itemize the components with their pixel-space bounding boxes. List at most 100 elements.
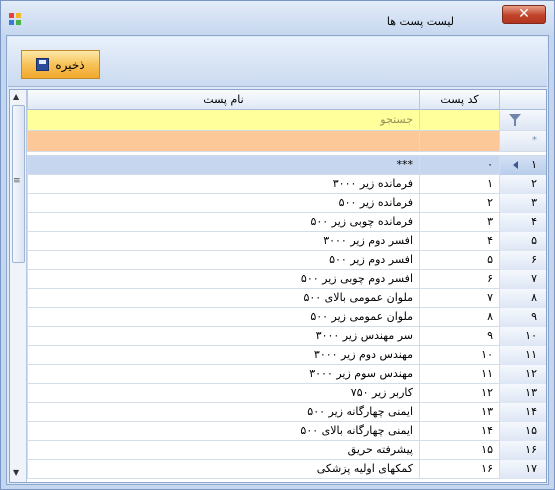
cell-code[interactable]: ۲ xyxy=(419,194,499,213)
column-header-indicator xyxy=(499,90,546,110)
row-header[interactable]: ۱۰ xyxy=(499,327,546,346)
row-header[interactable]: ۵ xyxy=(499,232,546,251)
cell-code[interactable]: ۴ xyxy=(419,232,499,251)
filter-funnel-icon xyxy=(509,114,521,126)
cell-code[interactable]: ۱۱ xyxy=(419,365,499,384)
cell-name[interactable]: افسر دوم زیر ۵۰۰ xyxy=(27,251,419,270)
table-row[interactable]: مهندس دوم زیر ۳۰۰۰ ۱۰ ۱۱ xyxy=(27,346,546,365)
filter-indicator xyxy=(499,110,546,130)
row-index: ۱۶ xyxy=(525,443,537,456)
table-row[interactable]: ایمنی چهارگانه زیر ۵۰۰ ۱۳ ۱۴ xyxy=(27,403,546,422)
table-row[interactable]: ملوان عمومی بالای ۵۰۰ ۷ ۸ xyxy=(27,289,546,308)
cell-code[interactable]: ۱۵ xyxy=(419,441,499,460)
row-index: ۸ xyxy=(531,291,537,304)
table-row[interactable]: فرمانده زیر ۳۰۰۰ ۱ ۲ xyxy=(27,175,546,194)
table-row[interactable]: فرمانده چوبی زیر ۵۰۰ ۳ ۴ xyxy=(27,213,546,232)
cell-name[interactable]: ایمنی چهارگانه بالای ۵۰۰ xyxy=(27,422,419,441)
row-header[interactable]: ۲ xyxy=(499,175,546,194)
grid-header: نام پست کد پست xyxy=(27,90,546,110)
cell-name[interactable]: پیشرفته حریق xyxy=(27,441,419,460)
table-row[interactable]: افسر دوم چوبی زیر ۵۰۰ ۶ ۷ xyxy=(27,270,546,289)
cell-name[interactable]: فرمانده زیر ۵۰۰ xyxy=(27,194,419,213)
row-header[interactable]: ۱۴ xyxy=(499,403,546,422)
title-bar[interactable]: لیست پست ها ✕ xyxy=(1,1,554,35)
row-header[interactable]: ۱۵ xyxy=(499,422,546,441)
new-row[interactable]: * xyxy=(27,131,546,152)
row-header[interactable]: ۱۱ xyxy=(499,346,546,365)
cell-name[interactable]: مهندس سوم زیر ۳۰۰۰ xyxy=(27,365,419,384)
cell-name[interactable]: کمکهای اولیه پزشکی xyxy=(27,460,419,479)
table-row[interactable]: کاربر زیر ۷۵۰ ۱۲ ۱۳ xyxy=(27,384,546,403)
cell-name[interactable]: افسر دوم چوبی زیر ۵۰۰ xyxy=(27,270,419,289)
filter-name-input[interactable]: جستجو xyxy=(27,110,419,130)
row-header[interactable]: ۱۳ xyxy=(499,384,546,403)
cell-code[interactable]: ۱۴ xyxy=(419,422,499,441)
close-button[interactable]: ✕ xyxy=(502,5,546,24)
row-header[interactable]: ۷ xyxy=(499,270,546,289)
row-header[interactable]: ۳ xyxy=(499,194,546,213)
table-row[interactable]: افسر دوم زیر ۵۰۰ ۵ ۶ xyxy=(27,251,546,270)
row-header[interactable]: ۶ xyxy=(499,251,546,270)
cell-name[interactable]: سر مهندس زیر ۳۰۰۰ xyxy=(27,327,419,346)
scroll-grip-icon: ≡ xyxy=(13,176,21,186)
cell-name[interactable]: فرمانده زیر ۳۰۰۰ xyxy=(27,175,419,194)
toolbar: ذخیره xyxy=(8,37,547,87)
cell-name[interactable]: ایمنی چهارگانه زیر ۵۰۰ xyxy=(27,403,419,422)
row-index: ۷ xyxy=(531,272,537,285)
cell-code[interactable]: ۶ xyxy=(419,270,499,289)
cell-code[interactable]: ۱۰ xyxy=(419,346,499,365)
window-title: لیست پست ها xyxy=(386,15,454,28)
row-index: ۱۰ xyxy=(525,329,537,342)
cell-name[interactable]: کاربر زیر ۷۵۰ xyxy=(27,384,419,403)
filter-code-input[interactable] xyxy=(419,110,499,130)
posts-grid[interactable]: ▲ ≡ ▼ نام پست کد پست جستجو * *** ۰ ۱ فرم… xyxy=(9,89,547,483)
app-window: لیست پست ها ✕ ذخیره ▲ ≡ ▼ نام پست کد پست xyxy=(0,0,555,490)
floppy-disk-icon xyxy=(36,58,50,71)
scroll-up-icon[interactable]: ▲ xyxy=(13,92,19,101)
new-row-code-cell[interactable] xyxy=(419,131,499,151)
new-row-name-cell[interactable] xyxy=(27,131,419,151)
cell-code[interactable]: ۱۶ xyxy=(419,460,499,479)
row-header[interactable]: ۱۷ xyxy=(499,460,546,479)
table-row[interactable]: سر مهندس زیر ۳۰۰۰ ۹ ۱۰ xyxy=(27,327,546,346)
cell-name[interactable]: *** xyxy=(27,156,419,175)
cell-code[interactable]: ۱۳ xyxy=(419,403,499,422)
cell-name[interactable]: افسر دوم زیر ۳۰۰۰ xyxy=(27,232,419,251)
row-header[interactable]: ۴ xyxy=(499,213,546,232)
row-header[interactable]: ۱ xyxy=(499,156,546,175)
cell-name[interactable]: ملوان عمومی زیر ۵۰۰ xyxy=(27,308,419,327)
table-row[interactable]: *** ۰ ۱ xyxy=(27,156,546,175)
row-index: ۲ xyxy=(531,177,537,190)
scroll-down-icon[interactable]: ▼ xyxy=(13,468,19,477)
cell-code[interactable]: ۳ xyxy=(419,213,499,232)
cell-name[interactable]: فرمانده چوبی زیر ۵۰۰ xyxy=(27,213,419,232)
cell-code[interactable]: ۱ xyxy=(419,175,499,194)
table-row[interactable]: فرمانده زیر ۵۰۰ ۲ ۳ xyxy=(27,194,546,213)
close-icon: ✕ xyxy=(518,6,530,22)
table-row[interactable]: ایمنی چهارگانه بالای ۵۰۰ ۱۴ ۱۵ xyxy=(27,422,546,441)
cell-code[interactable]: ۵ xyxy=(419,251,499,270)
column-header-code[interactable]: کد پست xyxy=(419,90,499,110)
cell-code[interactable]: ۱۲ xyxy=(419,384,499,403)
row-index: ۱ xyxy=(531,158,537,171)
table-row[interactable]: ملوان عمومی زیر ۵۰۰ ۸ ۹ xyxy=(27,308,546,327)
cell-name[interactable]: مهندس دوم زیر ۳۰۰۰ xyxy=(27,346,419,365)
cell-code[interactable]: ۷ xyxy=(419,289,499,308)
table-row[interactable]: پیشرفته حریق ۱۵ ۱۶ xyxy=(27,441,546,460)
table-row[interactable]: کمکهای اولیه پزشکی ۱۶ ۱۷ xyxy=(27,460,546,479)
row-header[interactable]: ۹ xyxy=(499,308,546,327)
table-row[interactable]: افسر دوم زیر ۳۰۰۰ ۴ ۵ xyxy=(27,232,546,251)
row-header[interactable]: ۱۶ xyxy=(499,441,546,460)
cell-code[interactable]: ۰ xyxy=(419,156,499,175)
cell-name[interactable]: ملوان عمومی بالای ۵۰۰ xyxy=(27,289,419,308)
row-header[interactable]: ۸ xyxy=(499,289,546,308)
save-button[interactable]: ذخیره xyxy=(21,50,100,79)
row-header[interactable]: ۱۲ xyxy=(499,365,546,384)
column-header-name[interactable]: نام پست xyxy=(27,90,419,110)
row-index: ۱۱ xyxy=(525,348,537,361)
cell-code[interactable]: ۸ xyxy=(419,308,499,327)
table-row[interactable]: مهندس سوم زیر ۳۰۰۰ ۱۱ ۱۲ xyxy=(27,365,546,384)
save-label: ذخیره xyxy=(55,57,85,72)
vertical-scrollbar[interactable]: ▲ ≡ ▼ xyxy=(10,90,27,482)
cell-code[interactable]: ۹ xyxy=(419,327,499,346)
